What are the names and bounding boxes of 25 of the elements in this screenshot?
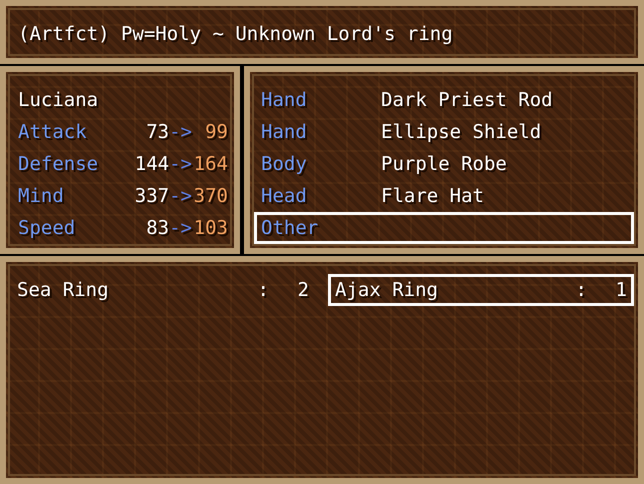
arrow-text: ->	[169, 120, 192, 145]
stat-new: 370	[192, 184, 228, 209]
stat-label: Mind	[18, 184, 64, 209]
inventory-item[interactable]: Sea Ring : 2	[10, 274, 316, 306]
equipment-slot[interactable]: Head Flare Hat	[254, 180, 634, 212]
item-description: (Artfct) Pw=Holy ~ Unknown Lord's ring	[18, 22, 453, 47]
stat-new: 99	[204, 120, 228, 145]
arrow-text: ->	[169, 184, 192, 209]
equipment-slot[interactable]: Other	[254, 212, 634, 244]
equipment-slot[interactable]: Hand Dark Priest Rod	[254, 84, 634, 116]
stat-label: Speed	[18, 216, 76, 241]
character-name: Luciana	[18, 88, 98, 113]
stat-new: 103	[192, 216, 228, 241]
stat-current: 73	[146, 120, 170, 145]
equipment-slot[interactable]: Body Purple Robe	[254, 148, 634, 180]
stat-current: 144	[134, 152, 170, 177]
arrow-text: ->	[169, 216, 192, 241]
stat-new: 164	[192, 152, 228, 177]
arrow-text: ->	[169, 152, 192, 177]
stat-label: Defense	[18, 152, 98, 177]
stat-current: 83	[146, 216, 170, 241]
equipment-slot[interactable]: Hand Ellipse Shield	[254, 116, 634, 148]
stat-label: Attack	[18, 120, 87, 145]
stat-current: 337	[134, 184, 170, 209]
inventory-item[interactable]: Ajax Ring : 1	[328, 274, 634, 306]
